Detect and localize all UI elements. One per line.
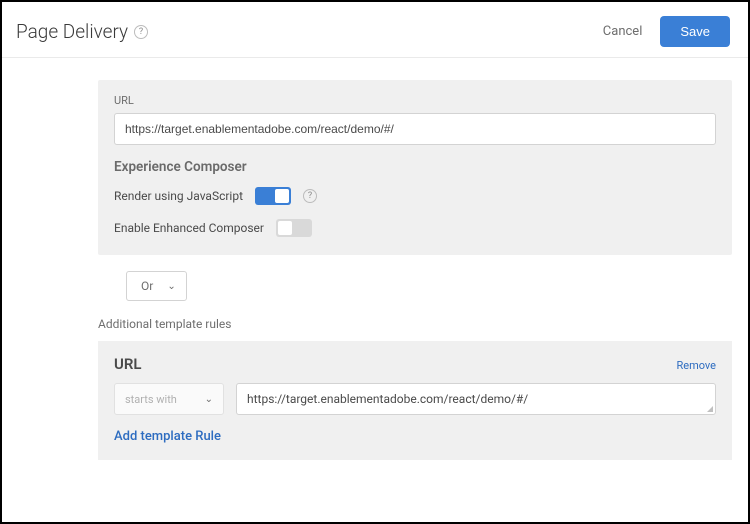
logic-operator-label: Or — [141, 279, 153, 293]
chevron-down-icon: ⌄ — [167, 281, 175, 292]
rule-header: URL Remove — [114, 355, 716, 373]
enhanced-row: Enable Enhanced Composer — [114, 219, 716, 237]
content-area: URL Experience Composer Render using Jav… — [2, 58, 748, 460]
header-actions: Cancel Save — [603, 16, 730, 47]
logic-operator-select[interactable]: Or ⌄ — [126, 271, 187, 301]
remove-rule-button[interactable]: Remove — [676, 359, 716, 372]
rule-operator-label: starts with — [125, 393, 177, 406]
enhanced-toggle[interactable] — [276, 219, 312, 237]
rule-title: URL — [114, 355, 142, 373]
additional-rules-label: Additional template rules — [98, 317, 732, 331]
add-template-rule-button[interactable]: Add template Rule — [114, 429, 716, 444]
render-js-toggle[interactable] — [255, 187, 291, 205]
url-input[interactable] — [114, 113, 716, 145]
help-icon[interactable]: ? — [303, 189, 317, 203]
rule-operator-select[interactable]: starts with ⌄ — [114, 383, 224, 415]
render-js-label: Render using JavaScript — [114, 189, 243, 203]
rule-row: starts with ⌄ — [114, 383, 716, 415]
title-wrap: Page Delivery ? — [16, 20, 148, 43]
cancel-button[interactable]: Cancel — [603, 24, 643, 39]
url-panel: URL Experience Composer Render using Jav… — [98, 80, 732, 255]
composer-heading: Experience Composer — [114, 159, 716, 175]
enhanced-label: Enable Enhanced Composer — [114, 221, 264, 235]
render-js-row: Render using JavaScript ? — [114, 187, 716, 205]
rule-input-wrap — [236, 383, 716, 415]
url-label: URL — [114, 94, 716, 107]
help-icon[interactable]: ? — [134, 25, 148, 39]
chevron-down-icon: ⌄ — [205, 394, 213, 405]
logic-row: Or ⌄ — [126, 271, 732, 301]
rule-value-input[interactable] — [236, 383, 716, 415]
rule-panel: URL Remove starts with ⌄ Add template Ru… — [98, 341, 732, 460]
save-button[interactable]: Save — [660, 16, 730, 47]
page-title: Page Delivery — [16, 20, 128, 43]
page-header: Page Delivery ? Cancel Save — [2, 2, 748, 58]
